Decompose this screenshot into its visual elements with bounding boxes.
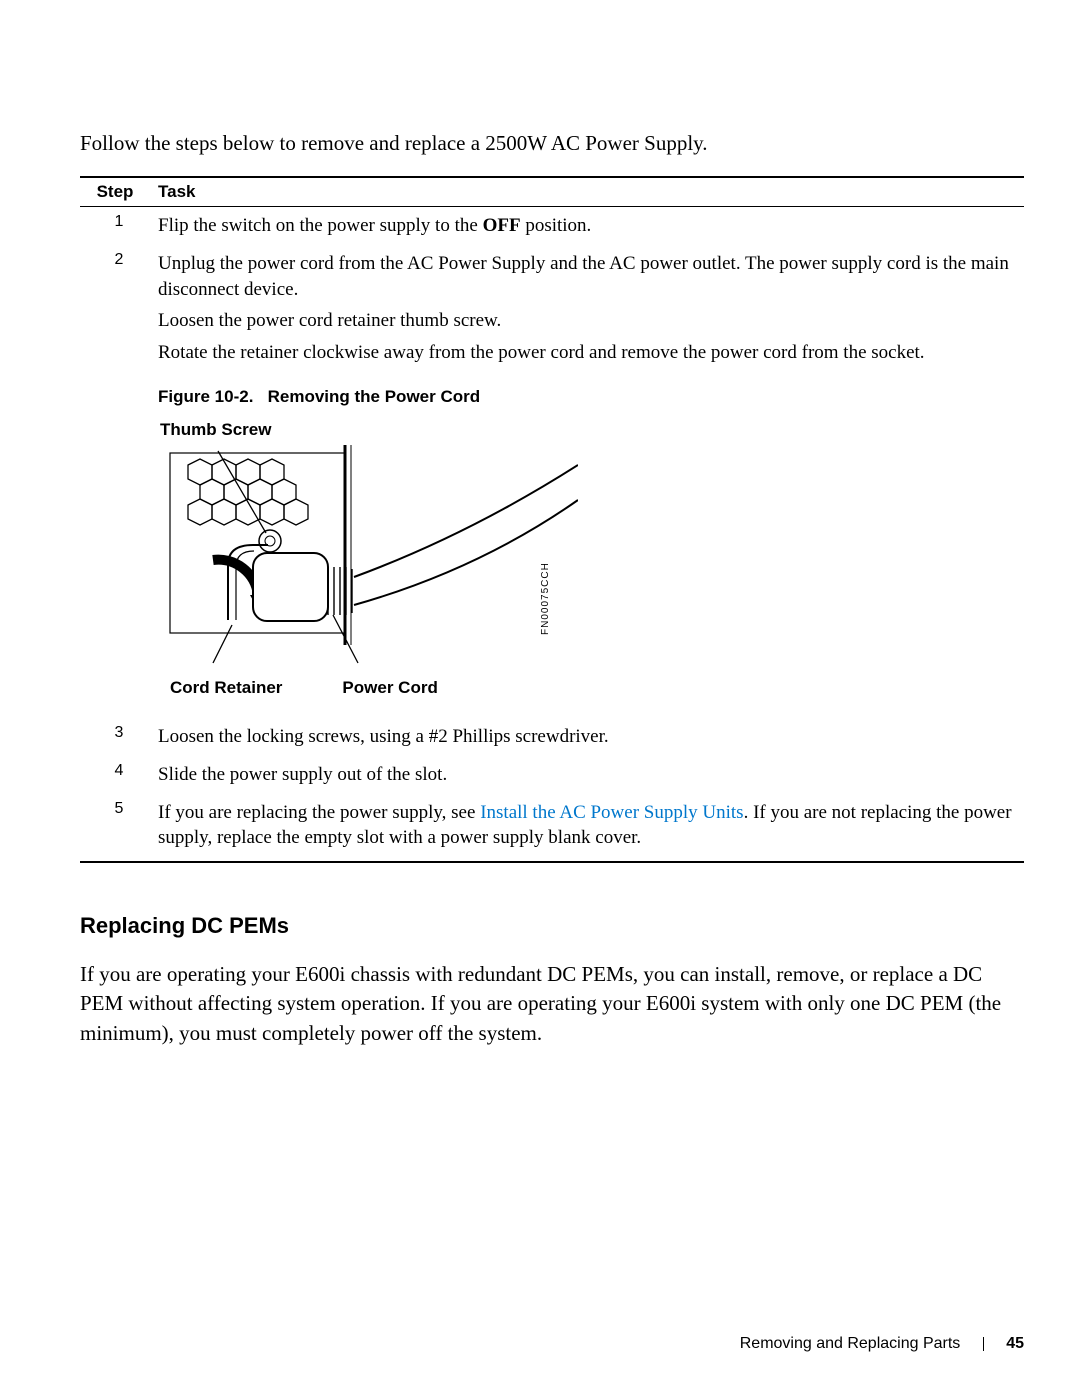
steps-table: Step Task 1 Flip the switch on the power…	[80, 176, 1024, 863]
table-row: 5 If you are replacing the power supply,…	[80, 794, 1024, 862]
step-number: 4	[80, 756, 158, 794]
step-number: 3	[80, 718, 158, 756]
task-text: Flip the switch on the power supply to t…	[158, 215, 483, 236]
task-subtext: Rotate the retainer clockwise away from …	[158, 340, 1024, 366]
step-task: Loosen the locking screws, using a #2 Ph…	[158, 718, 1024, 756]
table-row: 2 Unplug the power cord from the AC Powe…	[80, 245, 1024, 718]
step-task: Slide the power supply out of the slot.	[158, 756, 1024, 794]
task-subtext: Loosen the power cord retainer thumb scr…	[158, 308, 1024, 334]
figure-label-thumbscrew: Thumb Screw	[160, 419, 598, 442]
footer-page-number: 45	[1006, 1335, 1024, 1352]
figure-title: Removing the Power Cord	[268, 387, 481, 406]
power-cord-illustration: FN00075CCH	[158, 445, 578, 675]
document-page: Follow the steps below to remove and rep…	[0, 0, 1080, 1397]
figure-ref-code: FN00075CCH	[540, 563, 551, 636]
intro-paragraph: Follow the steps below to remove and rep…	[80, 129, 1024, 158]
task-text: position.	[521, 215, 592, 236]
task-bold: OFF	[483, 215, 521, 236]
step-task: If you are replacing the power supply, s…	[158, 794, 1024, 862]
footer-divider	[983, 1337, 984, 1351]
step-number: 5	[80, 794, 158, 862]
figure-label-cord-retainer: Cord Retainer	[170, 677, 282, 700]
table-row: 4 Slide the power supply out of the slot…	[80, 756, 1024, 794]
figure-label-power-cord: Power Cord	[342, 677, 437, 700]
task-text: If you are replacing the power supply, s…	[158, 802, 480, 823]
task-text: Unplug the power cord from the AC Power …	[158, 251, 1024, 302]
figure-number: Figure 10-2.	[158, 387, 253, 406]
step-task: Unplug the power cord from the AC Power …	[158, 245, 1024, 718]
footer-chapter: Removing and Replacing Parts	[740, 1335, 961, 1352]
col-header-step: Step	[80, 177, 158, 207]
figure-illustration: Thumb Screw	[158, 419, 598, 701]
figure-caption: Figure 10-2. Removing the Power Cord	[158, 386, 1024, 409]
step-number: 2	[80, 245, 158, 718]
step-number: 1	[80, 207, 158, 245]
step-task: Flip the switch on the power supply to t…	[158, 207, 1024, 245]
section-heading: Replacing DC PEMs	[80, 913, 1024, 939]
section-body: If you are operating your E600i chassis …	[80, 960, 1024, 1048]
page-footer: Removing and Replacing Parts 45	[740, 1335, 1024, 1353]
table-row: 3 Loosen the locking screws, using a #2 …	[80, 718, 1024, 756]
col-header-task: Task	[158, 177, 1024, 207]
cross-ref-link[interactable]: Install the AC Power Supply Units	[480, 802, 743, 823]
table-row: 1 Flip the switch on the power supply to…	[80, 207, 1024, 245]
